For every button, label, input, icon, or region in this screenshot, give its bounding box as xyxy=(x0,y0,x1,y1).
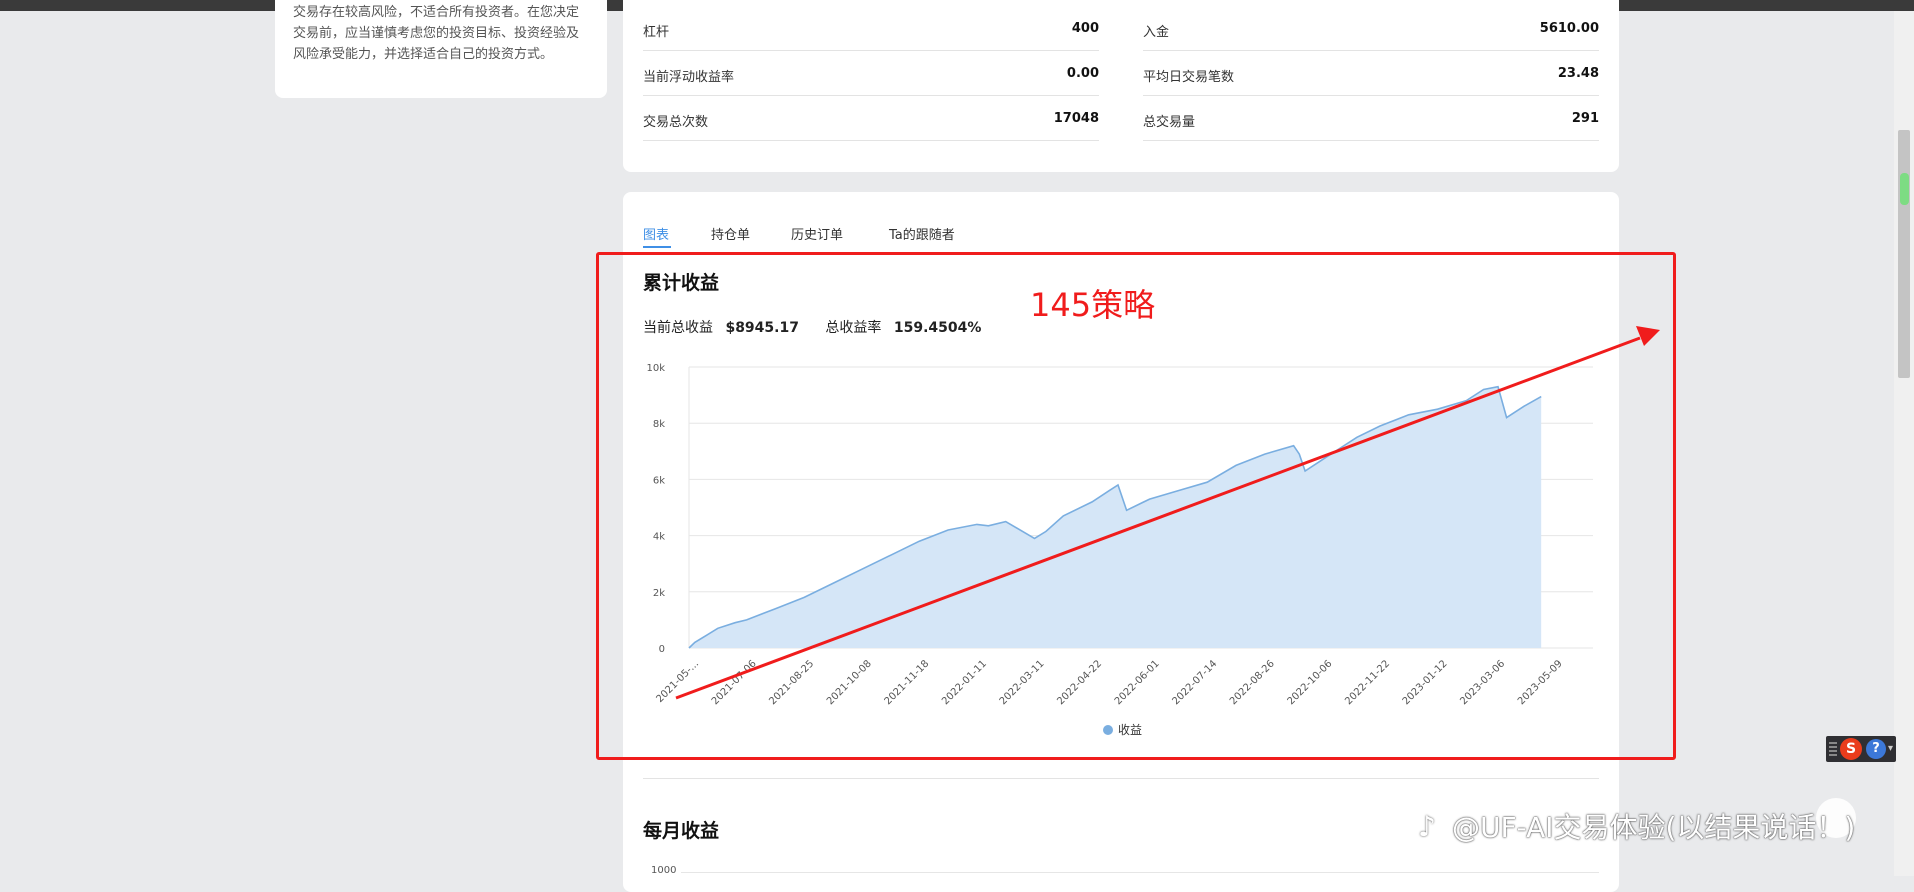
disclaimer-panel: 交易存在较高风险，不适合所有投资者。在您决定交易前，应当谨慎考虑您的投资目标、投… xyxy=(275,0,607,98)
douyin-logo-icon: ♪ xyxy=(1418,810,1436,843)
monthly-gridline xyxy=(681,872,1599,873)
stat-value: 0.00 xyxy=(1066,66,1099,81)
stat-total-volume: 总交易量 291 xyxy=(1143,95,1599,141)
stat-leverage: 杠杆 400 xyxy=(643,5,1099,51)
section-divider xyxy=(643,778,1599,779)
stat-value: 5610.00 xyxy=(1539,21,1599,36)
stat-label: 总交易量 xyxy=(1143,115,1196,130)
stat-label: 平均日交易笔数 xyxy=(1143,70,1235,85)
sogou-ime-icon[interactable]: S xyxy=(1840,738,1862,760)
risk-disclaimer: 交易存在较高风险，不适合所有投资者。在您决定交易前，应当谨慎考虑您的投资目标、投… xyxy=(293,5,580,62)
stat-value: 23.48 xyxy=(1557,66,1599,81)
stat-label: 交易总次数 xyxy=(643,115,709,130)
help-icon[interactable]: ? xyxy=(1866,739,1886,759)
dropdown-icon[interactable]: ▾ xyxy=(1888,742,1894,756)
annotation-label: 145策略 xyxy=(1030,286,1156,324)
stat-value: 17048 xyxy=(1053,111,1099,126)
stat-value: 400 xyxy=(1071,21,1099,36)
annotation-box xyxy=(596,252,1676,760)
stat-label: 入金 xyxy=(1143,25,1170,40)
drag-handle-icon[interactable] xyxy=(1829,742,1837,756)
stats-panel: 杠杆 400 入金 5610.00 当前浮动收益率 0.00 平均日交易笔数 2… xyxy=(623,0,1619,172)
monthly-chart-tick: 1000 xyxy=(651,865,677,876)
scroll-indicator xyxy=(1900,173,1909,205)
stat-avg-daily-trades: 平均日交易笔数 23.48 xyxy=(1143,50,1599,96)
stat-deposit: 入金 5610.00 xyxy=(1143,5,1599,51)
watermark-text: @UF-AI交易体验(以结果说话！) xyxy=(1452,811,1856,844)
stat-floating-rate: 当前浮动收益率 0.00 xyxy=(643,50,1099,96)
stat-label: 当前浮动收益率 xyxy=(643,70,735,85)
scrollbar-thumb[interactable] xyxy=(1898,130,1910,378)
stat-total-trades: 交易总次数 17048 xyxy=(643,95,1099,141)
stat-value: 291 xyxy=(1571,111,1599,126)
stat-label: 杠杆 xyxy=(643,25,670,40)
monthly-profit-title: 每月收益 xyxy=(643,820,720,842)
